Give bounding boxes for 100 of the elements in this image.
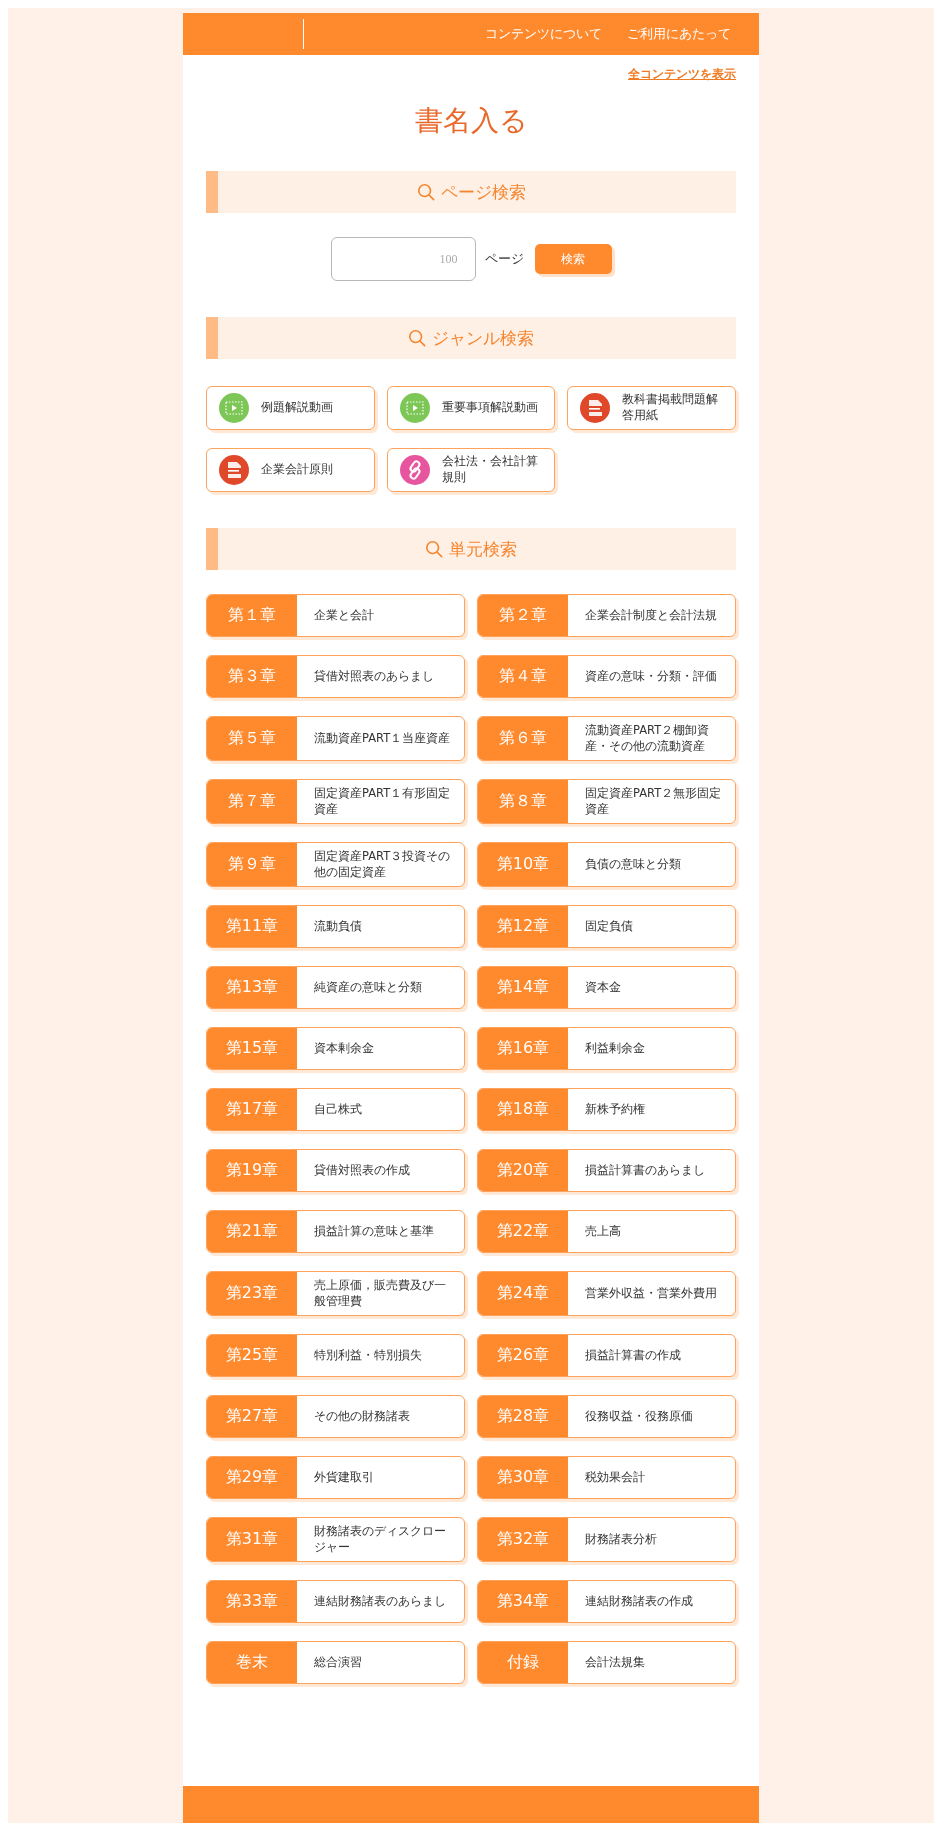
chapter-card[interactable]: 第22章 売上高 (477, 1210, 736, 1254)
chapter-card[interactable]: 巻末 総合演習 (206, 1641, 465, 1685)
chapter-number: 第32章 (478, 1518, 568, 1562)
chapter-number: 第33章 (207, 1581, 297, 1623)
chapter-number: 第24章 (478, 1272, 568, 1316)
chapter-card[interactable]: 第13章 純資産の意味と分類 (206, 966, 465, 1010)
chapter-card[interactable]: 第５章 流動資産PART１当座資産 (206, 716, 465, 762)
chapter-title: 役務収益・役務原価 (584, 1407, 694, 1425)
chapter-number: 第８章 (478, 780, 568, 824)
chapter-title: 純資産の意味と分類 (313, 978, 423, 996)
chapter-number: 第７章 (207, 780, 297, 824)
chapter-card[interactable]: 第８章 固定資産PART２無形固定資産 (477, 779, 736, 825)
chapter-card[interactable]: 第29章 外貨建取引 (206, 1456, 465, 1500)
chapter-card[interactable]: 第27章 その他の財務諸表 (206, 1395, 465, 1439)
chapter-card[interactable]: 第16章 利益剰余金 (477, 1027, 736, 1071)
chapter-title: 特別利益・特別損失 (313, 1346, 423, 1364)
chapter-card[interactable]: 第１章 企業と会計 (206, 594, 465, 637)
search-icon (425, 540, 443, 558)
chapter-title: 損益計算の意味と基準 (313, 1222, 435, 1240)
chapter-card[interactable]: 第19章 貸借対照表の作成 (206, 1149, 465, 1193)
chapter-card[interactable]: 第11章 流動負債 (206, 905, 465, 949)
chapter-number: 第21章 (207, 1211, 297, 1253)
chapter-card[interactable]: 第17章 自己株式 (206, 1088, 465, 1132)
chapter-number: 第９章 (207, 843, 297, 887)
section-heading-text: 単元検索 (449, 537, 517, 561)
chapter-title: 売上原価，販売費及び一般管理費 (313, 1277, 447, 1310)
chapter-title: 資本金 (584, 978, 622, 996)
chapter-number: 第23章 (207, 1272, 297, 1316)
chapter-title: 流動資産PART１当座資産 (313, 729, 452, 747)
chapter-number: 第６章 (478, 717, 568, 761)
search-icon (408, 329, 426, 347)
chapter-title: その他の財務諸表 (313, 1407, 411, 1425)
chapter-card[interactable]: 付録 会計法規集 (477, 1641, 736, 1685)
chapter-title: 固定負債 (584, 917, 634, 935)
chapter-card[interactable]: 第９章 固定資産PART３投資その他の固定資産 (206, 842, 465, 888)
chapter-card[interactable]: 第７章 固定資産PART１有形固定資産 (206, 779, 465, 825)
video-icon (399, 393, 430, 423)
chapter-card[interactable]: 第28章 役務収益・役務原価 (477, 1395, 736, 1439)
chapter-number: 第13章 (207, 967, 297, 1009)
chapter-card[interactable]: 第23章 売上原価，販売費及び一般管理費 (206, 1271, 465, 1317)
chapter-title: 損益計算書の作成 (584, 1346, 682, 1364)
book-title: 書名入る (413, 103, 529, 139)
page-number-field[interactable]: 100 (330, 237, 476, 281)
chapter-title: 流動資産PART２棚卸資産・その他の流動資産 (584, 722, 711, 755)
link-icon (399, 455, 430, 485)
chapter-card[interactable]: 第25章 特別利益・特別損失 (206, 1334, 465, 1378)
chapter-title: 連結財務諸表のあらまし (313, 1592, 447, 1610)
chapter-card[interactable]: 第26章 損益計算書の作成 (477, 1334, 736, 1378)
chapter-title: 貸借対照表の作成 (313, 1161, 411, 1179)
chapter-title: 企業と会計 (313, 606, 375, 624)
chapter-number: 付録 (478, 1642, 568, 1684)
chapter-number: 第10章 (478, 843, 568, 887)
chapter-title: 資産の意味・分類・評価 (584, 667, 718, 685)
chapter-title: 貸借対照表のあらまし (313, 667, 435, 685)
chapter-card[interactable]: 第14章 資本金 (477, 966, 736, 1010)
chapter-title: 損益計算書のあらまし (584, 1161, 706, 1179)
chapter-card[interactable]: 第４章 資産の意味・分類・評価 (477, 655, 736, 698)
chapter-number: 第３章 (207, 656, 297, 697)
chapter-number: 第17章 (207, 1089, 297, 1131)
chapter-number: 第30章 (478, 1457, 568, 1499)
genre-button[interactable]: 重要事項解説動画 (386, 386, 556, 430)
chapter-card[interactable]: 第６章 流動資産PART２棚卸資産・その他の流動資産 (477, 716, 736, 762)
chapter-title: 外貨建取引 (313, 1468, 375, 1486)
chapter-card[interactable]: 第12章 固定負債 (477, 905, 736, 949)
chapter-number: 第20章 (478, 1150, 568, 1192)
genre-button[interactable]: 教科書掲載問題解答用紙 (567, 386, 736, 430)
chapter-card[interactable]: 第18章 新株予約権 (477, 1088, 736, 1132)
chapter-title: 会計法規集 (584, 1653, 646, 1671)
genre-button[interactable]: 会社法・会社計算規則 (386, 448, 556, 492)
chapter-title: 資本剰余金 (313, 1039, 375, 1057)
chapter-card[interactable]: 第24章 営業外収益・営業外費用 (477, 1271, 736, 1317)
genre-button[interactable]: 例題解説動画 (206, 386, 375, 430)
chapter-title: 流動負債 (313, 917, 363, 935)
chapter-number: 第25章 (207, 1335, 297, 1377)
chapter-card[interactable]: 第34章 連結財務諸表の作成 (477, 1580, 736, 1624)
chapter-card[interactable]: 第30章 税効果会計 (477, 1456, 736, 1500)
chapter-number: 第34章 (478, 1581, 568, 1623)
chapter-card[interactable]: 第15章 資本剰余金 (206, 1027, 465, 1071)
chapter-number: 第28章 (478, 1396, 568, 1438)
chapter-card[interactable]: 第10章 負債の意味と分類 (477, 842, 736, 888)
chapter-title: 固定資産PART１有形固定資産 (313, 785, 452, 818)
chapter-number: 第18章 (478, 1089, 568, 1131)
genre-button[interactable]: 企業会計原則 (206, 448, 375, 492)
chapter-card[interactable]: 第20章 損益計算書のあらまし (477, 1149, 736, 1193)
chapter-number: 第４章 (478, 656, 568, 697)
pdf-file-icon (580, 393, 611, 423)
chapter-number: 第22章 (478, 1211, 568, 1253)
chapter-card[interactable]: 第33章 連結財務諸表のあらまし (206, 1580, 465, 1624)
chapter-number: 第16章 (478, 1028, 568, 1070)
chapter-card[interactable]: 第３章 貸借対照表のあらまし (206, 655, 465, 698)
chapter-card[interactable]: 第32章 財務諸表分析 (477, 1517, 736, 1563)
chapter-number: 第１章 (207, 595, 297, 636)
chapter-number: 第12章 (478, 906, 568, 948)
chapter-card[interactable]: 第21章 損益計算の意味と基準 (206, 1210, 465, 1254)
chapter-title: 売上高 (584, 1222, 622, 1240)
chapter-card[interactable]: 第31章 財務諸表のディスクロージャー (206, 1517, 465, 1563)
chapter-title: 利益剰余金 (584, 1039, 646, 1057)
chapter-card[interactable]: 第２章 企業会計制度と会計法規 (477, 594, 736, 637)
chapter-number: 第15章 (207, 1028, 297, 1070)
chapter-title: 連結財務諸表の作成 (584, 1592, 694, 1610)
